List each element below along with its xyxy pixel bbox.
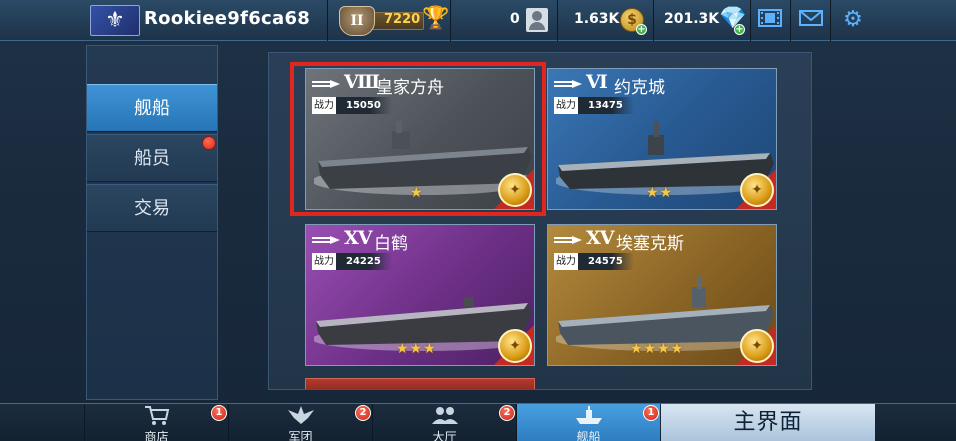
fleur-de-lis-icon: ⚜ xyxy=(105,8,125,33)
medal-icon[interactable]: ✦ xyxy=(498,329,532,363)
add-gems-icon[interactable]: + xyxy=(734,24,745,35)
nav-hall-badge: 2 xyxy=(499,405,515,421)
arrow-icon xyxy=(312,236,340,244)
ship-tier: Ⅷ xyxy=(344,71,380,93)
nav-shop[interactable]: 商店 1 xyxy=(84,404,228,441)
ship-card-shokaku[interactable]: XV 白鹤 战力 24225 ★★★ ✦ xyxy=(305,224,535,366)
add-coins-icon[interactable]: + xyxy=(636,24,647,35)
power-label: 战力 xyxy=(554,253,578,270)
nav-legion-label: 军团 xyxy=(288,430,313,441)
arrow-icon xyxy=(554,80,582,88)
nav-ships[interactable]: 舰船 1 xyxy=(516,404,660,441)
nav-shop-badge: 1 xyxy=(211,405,227,421)
rank-points: 7220 xyxy=(384,12,421,27)
tab-crew-label: 船员 xyxy=(134,148,170,169)
film-icon xyxy=(757,8,783,32)
tab-crew[interactable]: 船员 xyxy=(87,134,217,182)
power-value: 13475 xyxy=(578,97,634,114)
medal-icon[interactable]: ✦ xyxy=(740,173,774,207)
ship-card-yorktown[interactable]: Ⅵ 约克城 战力 13475 ★★ ✦ xyxy=(547,68,777,210)
star-rating: ★★★ xyxy=(396,341,437,357)
coins-amount: 1.63K xyxy=(574,11,620,27)
trophy-icon: 🏆 xyxy=(422,6,450,31)
star-rating: ★★ xyxy=(646,185,674,201)
nav-ships-label: 舰船 xyxy=(576,430,601,441)
ship-name: 皇家方舟 xyxy=(376,78,444,98)
gear-icon: ⚙ xyxy=(843,7,863,32)
home-button[interactable]: 主界面 xyxy=(661,404,875,441)
tab-trade-label: 交易 xyxy=(134,198,170,219)
ship-name: 埃塞克斯 xyxy=(616,234,684,254)
power-label: 战力 xyxy=(554,97,578,114)
nav-hall[interactable]: 大厅 2 xyxy=(372,404,516,441)
ship-name: 白鹤 xyxy=(374,234,408,254)
tab-ships[interactable]: 舰船 xyxy=(87,84,217,132)
player-avatar[interactable]: ⚜ xyxy=(90,5,140,36)
ship-card-essex[interactable]: XV 埃塞克斯 战力 24575 ★★★★ ✦ xyxy=(547,224,777,366)
medal-icon[interactable]: ✦ xyxy=(740,329,774,363)
ship-tier: Ⅵ xyxy=(586,71,608,93)
power-value: 15050 xyxy=(336,97,392,114)
arrow-icon xyxy=(312,80,340,88)
top-bar: ⚜ Rookiee9f6ca68 II 7220 🏆 0 1.63K $ + 2… xyxy=(0,0,956,41)
rank-badge: II xyxy=(339,6,375,36)
tab-trade[interactable]: 交易 xyxy=(87,184,217,232)
nav-legion[interactable]: 军团 2 xyxy=(228,404,372,441)
star-rating: ★ xyxy=(410,185,424,201)
nav-hall-label: 大厅 xyxy=(432,430,457,441)
gems-amount: 201.3K xyxy=(664,11,720,27)
ship-tier: XV xyxy=(586,227,615,249)
side-tab-panel: 舰船 船员 交易 xyxy=(86,45,218,400)
ship-tier: XV xyxy=(344,227,373,249)
friends-count: 0 xyxy=(510,11,520,27)
medal-icon[interactable]: ✦ xyxy=(498,173,532,207)
power-label: 战力 xyxy=(312,97,336,114)
ship-list-panel: Ⅷ 皇家方舟 战力 15050 ★ ✦ Ⅵ 约克城 战力 13475 ★★ ✦ … xyxy=(268,52,812,390)
power-value: 24225 xyxy=(336,253,392,270)
nav-legion-badge: 2 xyxy=(355,405,371,421)
bottom-nav: 商店 1 军团 2 大厅 2 舰船 1 主界面 xyxy=(0,403,956,441)
ship-card-ark-royal[interactable]: Ⅷ 皇家方舟 战力 15050 ★ ✦ xyxy=(305,68,535,210)
power-label: 战力 xyxy=(312,253,336,270)
ship-name: 约克城 xyxy=(614,78,665,98)
arrow-icon xyxy=(554,236,582,244)
person-icon xyxy=(526,8,548,32)
player-name: Rookiee9f6ca68 xyxy=(144,8,311,29)
nav-ships-badge: 1 xyxy=(643,405,659,421)
nav-shop-label: 商店 xyxy=(144,430,169,441)
ship-card-partial[interactable] xyxy=(305,378,535,389)
tab-ships-label: 舰船 xyxy=(134,98,170,119)
crew-alert-dot xyxy=(202,136,216,150)
power-value: 24575 xyxy=(578,253,634,270)
mail-icon xyxy=(798,8,824,32)
star-rating: ★★★★ xyxy=(630,341,685,357)
